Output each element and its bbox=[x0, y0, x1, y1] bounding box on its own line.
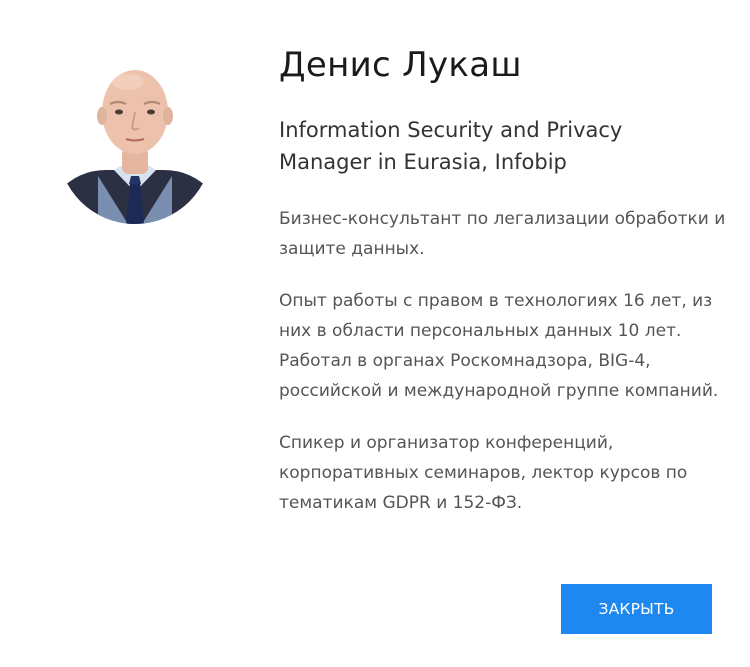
speaker-position: Information Security and Privacy Manager… bbox=[279, 114, 659, 178]
bio-paragraph: Спикер и организатор конференций, корпор… bbox=[279, 433, 688, 513]
bio-paragraph: Опыт работы с правом в технологиях 16 ле… bbox=[279, 291, 719, 401]
close-button[interactable]: ЗАКРЫТЬ bbox=[561, 584, 712, 634]
speaker-position-line: Manager in Eurasia, Infobip bbox=[279, 150, 567, 174]
speaker-position-line: Information Security and Privacy bbox=[279, 118, 623, 142]
speaker-bio: Бизнес-консультант по легализации обрабо… bbox=[279, 204, 729, 518]
speaker-name: Денис Лукаш bbox=[279, 45, 522, 85]
bio-paragraph: Бизнес-консультант по легализации обрабо… bbox=[279, 209, 726, 259]
speaker-photo bbox=[58, 42, 212, 224]
speaker-details: Денис Лукаш Information Security and Pri… bbox=[279, 42, 729, 518]
